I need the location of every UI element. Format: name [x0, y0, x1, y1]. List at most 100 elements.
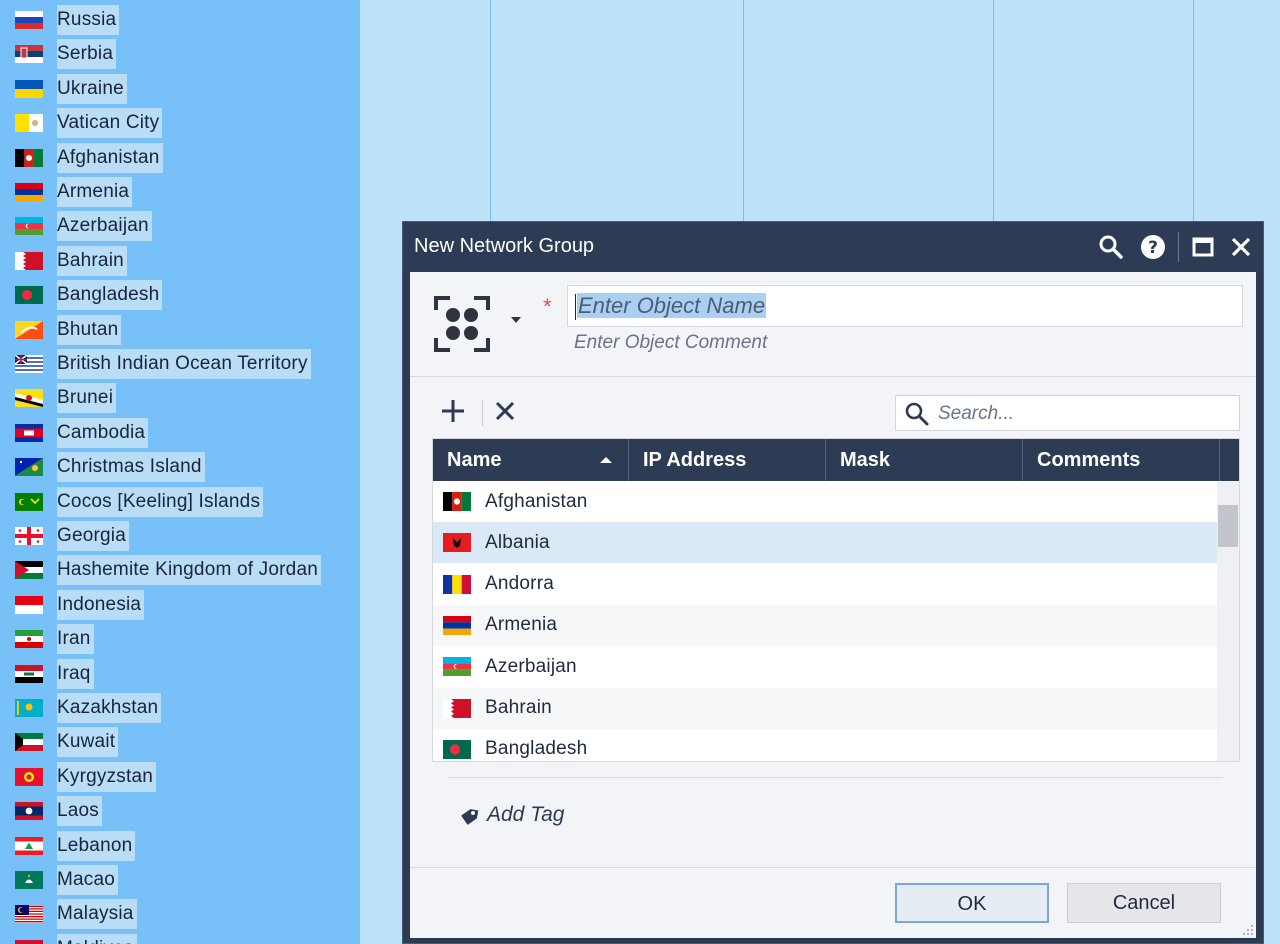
country-list-item[interactable]: Bhutan	[0, 313, 360, 347]
maximize-icon[interactable]	[1189, 233, 1217, 261]
jordan-flag-icon	[15, 561, 43, 580]
lebanon-flag-icon	[15, 836, 43, 855]
georgia-flag-icon	[15, 527, 43, 545]
country-list-item[interactable]: Cocos [Keeling] Islands	[0, 485, 360, 519]
country-list-item[interactable]: Armenia	[0, 175, 360, 209]
row-name: Andorra	[485, 573, 554, 595]
country-name: Vatican City	[57, 108, 163, 139]
table-row[interactable]: Armenia	[433, 604, 1217, 646]
country-list-item[interactable]: Russia	[0, 3, 360, 37]
country-list-item[interactable]: Vatican City	[0, 106, 360, 140]
new-network-group-dialog: New Network Group ? * Enter Object Name …	[402, 221, 1264, 944]
object-comment-input[interactable]: Enter Object Comment	[574, 332, 767, 354]
tag-icon[interactable]	[458, 806, 480, 828]
object-name-input[interactable]: Enter Object Name	[567, 285, 1243, 327]
country-list-item[interactable]: Christmas Island	[0, 450, 360, 484]
cancel-button[interactable]: Cancel	[1067, 883, 1221, 923]
country-name: Iran	[57, 624, 94, 655]
country-list-item[interactable]: Cambodia	[0, 416, 360, 450]
country-name: Brunei	[57, 383, 117, 414]
search-icon	[905, 402, 929, 426]
country-name: Indonesia	[57, 589, 145, 620]
table-row[interactable]: Bangladesh	[433, 728, 1217, 761]
help-icon[interactable]: ?	[1139, 233, 1167, 261]
table-row[interactable]: Afghanistan	[433, 481, 1217, 522]
country-list-item[interactable]: Brunei	[0, 381, 360, 415]
afghanistan-flag-icon	[443, 492, 471, 511]
armenia-flag-icon	[15, 183, 43, 201]
country-name: Azerbaijan	[57, 211, 152, 242]
country-list-item[interactable]: Afghanistan	[0, 141, 360, 175]
table-row[interactable]: Azerbaijan	[433, 646, 1217, 688]
cocos-flag-icon	[15, 492, 43, 511]
country-name: Cocos [Keeling] Islands	[57, 486, 264, 517]
country-list-item[interactable]: Kyrgyzstan	[0, 760, 360, 794]
country-name: British Indian Ocean Territory	[57, 349, 311, 379]
dialog-titlebar[interactable]: New Network Group ?	[403, 222, 1263, 272]
country-list-item[interactable]: British Indian Ocean Territory	[0, 347, 360, 381]
column-header-comments[interactable]: Comments	[1023, 439, 1220, 481]
armenia-flag-icon	[443, 615, 471, 635]
search-input[interactable]: Search...	[895, 395, 1240, 431]
country-name: Serbia	[57, 39, 117, 70]
laos-flag-icon	[15, 802, 43, 821]
country-list-item[interactable]: Bahrain	[0, 244, 360, 278]
andorra-flag-icon	[443, 574, 471, 594]
add-tag-link[interactable]: Add Tag	[487, 803, 564, 827]
row-name: Bangladesh	[485, 738, 588, 760]
country-list-item[interactable]: Serbia	[0, 37, 360, 71]
country-name: Maldives	[57, 933, 137, 944]
country-list-item[interactable]: Malaysia	[0, 897, 360, 931]
country-list-item[interactable]: Kuwait	[0, 725, 360, 759]
object-name-placeholder: Enter Object Name	[577, 293, 767, 318]
country-name: Bhutan	[57, 314, 122, 345]
close-icon[interactable]	[1227, 233, 1255, 261]
scrollbar-thumb[interactable]	[1218, 505, 1238, 547]
x-icon[interactable]	[492, 398, 518, 424]
table-header: Name IP Address Mask Comments	[433, 439, 1239, 481]
ok-button[interactable]: OK	[895, 883, 1049, 923]
country-name: Kuwait	[57, 727, 119, 758]
azerbaijan-flag-icon	[15, 217, 43, 236]
country-list-item[interactable]: Bangladesh	[0, 278, 360, 312]
titlebar-separator	[1178, 232, 1179, 262]
column-header-label: Comments	[1037, 449, 1141, 471]
country-list-item[interactable]: Maldives	[0, 932, 360, 944]
dialog-title: New Network Group	[414, 235, 595, 257]
country-list-item[interactable]: Georgia	[0, 519, 360, 553]
country-list-item[interactable]: Lebanon	[0, 829, 360, 863]
country-list-item[interactable]: Kazakhstan	[0, 691, 360, 725]
azerbaijan-flag-icon	[443, 657, 471, 677]
search-icon[interactable]	[1097, 233, 1125, 261]
column-header-label: IP Address	[643, 449, 747, 471]
country-name: Macao	[57, 865, 119, 895]
country-name: Malaysia	[57, 899, 137, 930]
country-name: Ukraine	[57, 73, 127, 104]
table-row[interactable]: Bahrain	[433, 687, 1217, 729]
network-group-icon[interactable]	[432, 292, 492, 356]
country-list-item[interactable]: Indonesia	[0, 588, 360, 622]
vertical-scrollbar[interactable]	[1217, 481, 1239, 761]
resize-grip-icon[interactable]	[1240, 922, 1254, 936]
country-name: Kazakhstan	[57, 693, 162, 723]
country-list-item[interactable]: Laos	[0, 794, 360, 828]
country-list-item[interactable]: Iran	[0, 622, 360, 656]
maldives-flag-icon	[15, 939, 43, 944]
column-header-ip-address[interactable]: IP Address	[629, 439, 826, 481]
column-header-mask[interactable]: Mask	[826, 439, 1023, 481]
iraq-flag-icon	[15, 664, 43, 683]
country-list-item[interactable]: Iraq	[0, 657, 360, 691]
plus-icon[interactable]	[438, 396, 468, 426]
chevron-down-icon[interactable]	[510, 316, 522, 324]
christmas-island-flag-icon	[15, 458, 43, 477]
cambodia-flag-icon	[15, 423, 43, 442]
country-name: Russia	[57, 5, 120, 35]
country-list-item[interactable]: Hashemite Kingdom of Jordan	[0, 553, 360, 587]
country-list-item[interactable]: Azerbaijan	[0, 209, 360, 243]
table-row[interactable]: Andorra	[433, 563, 1217, 605]
country-list-item[interactable]: Ukraine	[0, 72, 360, 106]
table-row[interactable]: Albania	[433, 522, 1217, 564]
albania-flag-icon	[443, 533, 471, 553]
country-name: Cambodia	[57, 417, 149, 448]
country-list-item[interactable]: Macao	[0, 863, 360, 897]
